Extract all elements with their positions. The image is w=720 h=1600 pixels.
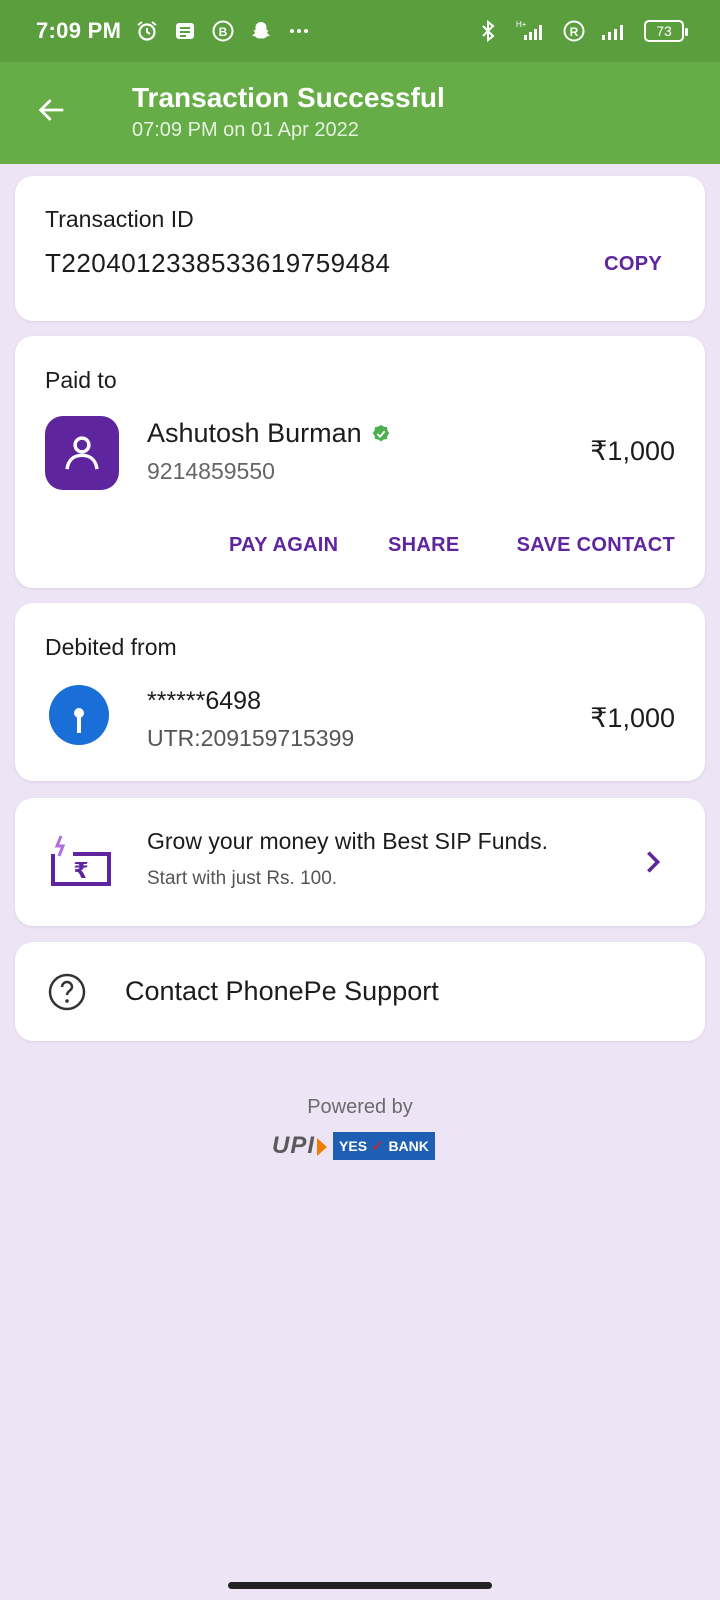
registered-icon: R: [562, 19, 586, 43]
svg-text:₹: ₹: [73, 859, 88, 884]
yes-bank-logo: YES ✓ BANK: [333, 1132, 435, 1160]
paid-to-label: Paid to: [45, 367, 117, 393]
snapchat-icon: [249, 19, 273, 43]
back-button[interactable]: [30, 88, 74, 132]
paid-amount: ₹1,000: [590, 436, 675, 466]
gesture-nav-handle[interactable]: [228, 1582, 492, 1589]
svg-text:B: B: [219, 25, 228, 39]
rupee-card-icon: ₹: [51, 835, 111, 886]
app-header: Transaction Successful 07:09 PM on 01 Ap…: [0, 62, 720, 164]
upi-logo-text: UPI: [272, 1132, 316, 1159]
payee-avatar: [45, 416, 119, 490]
pay-again-button[interactable]: PAY AGAIN: [229, 534, 338, 557]
paid-to-card: Paid to Ashutosh Burman 9214859550 ₹1,00…: [15, 336, 705, 588]
status-bar: 7:09 PM B H+ R 73: [0, 0, 720, 62]
back-arrow-icon: [38, 99, 64, 121]
payee-phone: 9214859550: [147, 458, 275, 484]
transaction-id-value: T2204012338533619759484: [45, 248, 391, 278]
transaction-id-card: Transaction ID T2204012338533619759484 C…: [15, 176, 705, 321]
help-circle-icon: [48, 973, 86, 1011]
partner-logos: UPI YES ✓ BANK: [272, 1130, 452, 1162]
signal-icon: H+: [514, 19, 548, 43]
status-time: 7:09 PM: [36, 18, 122, 43]
bank-keyhole-icon: [74, 708, 84, 733]
yes-bank-logo-left: YES: [339, 1138, 368, 1154]
support-card[interactable]: Contact PhonePe Support: [15, 942, 705, 1041]
yes-bank-tick-icon: ✓: [371, 1138, 385, 1155]
more-notifications-icon: [287, 19, 311, 43]
sip-promo-title: Grow your money with Best SIP Funds.: [147, 828, 548, 854]
status-left: 7:09 PM B: [36, 18, 311, 44]
business-icon: B: [211, 19, 235, 43]
person-icon: [65, 436, 99, 470]
transaction-id-label: Transaction ID: [45, 206, 194, 232]
upi-logo: UPI: [272, 1132, 328, 1160]
save-contact-button[interactable]: SAVE CONTACT: [517, 534, 675, 557]
sip-promo-subtitle: Start with just Rs. 100.: [147, 868, 338, 889]
account-number: ******6498: [147, 687, 261, 715]
page-title: Transaction Successful: [132, 82, 445, 113]
status-right: H+ R 73: [476, 19, 688, 43]
yes-bank-logo-right: BANK: [388, 1138, 429, 1154]
share-button[interactable]: SHARE: [388, 534, 460, 557]
debited-from-label: Debited from: [45, 634, 177, 660]
message-icon: [173, 19, 197, 43]
debited-amount: ₹1,000: [590, 703, 675, 733]
bluetooth-icon: [476, 19, 500, 43]
payee-name-text: Ashutosh Burman: [147, 418, 362, 448]
sip-promo-card[interactable]: ₹ Grow your money with Best SIP Funds. S…: [15, 798, 705, 926]
svg-text:R: R: [570, 25, 579, 39]
alarm-icon: [135, 19, 159, 43]
battery-indicator: 73: [644, 20, 688, 42]
transaction-timestamp: 07:09 PM on 01 Apr 2022: [132, 119, 359, 141]
chevron-right-icon[interactable]: [639, 848, 667, 876]
signal-icon-2: [600, 19, 630, 43]
copy-button[interactable]: COPY: [604, 253, 662, 276]
verified-badge-icon: [372, 424, 389, 441]
contact-support-label: Contact PhonePe Support: [125, 976, 439, 1006]
network-type-label: H+: [516, 20, 527, 29]
debited-from-card: Debited from ******6498 UTR:209159715399…: [15, 603, 705, 781]
sbi-bank-logo: [49, 685, 109, 745]
powered-by-label: Powered by: [307, 1096, 413, 1118]
utr-number: UTR:209159715399: [147, 725, 355, 751]
payee-name: Ashutosh Burman: [147, 418, 392, 449]
